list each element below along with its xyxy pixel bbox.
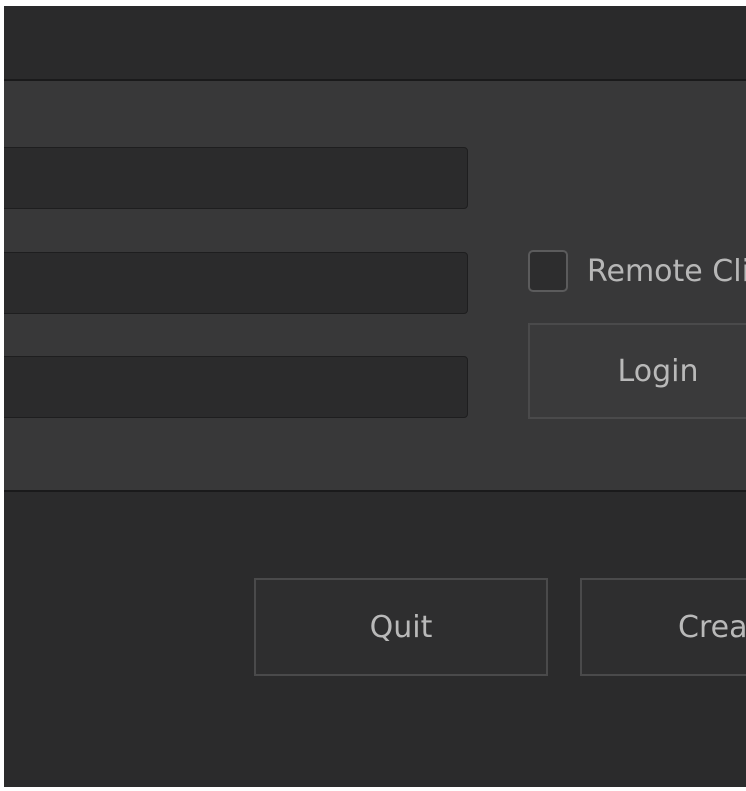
create-button[interactable]: Crea: [580, 578, 746, 676]
quit-button[interactable]: Quit: [254, 578, 548, 676]
login-button[interactable]: Login: [528, 323, 746, 419]
second-input-field[interactable]: [4, 252, 468, 314]
remote-client-label: Remote Cli: [587, 254, 746, 289]
remote-client-checkbox[interactable]: [528, 250, 568, 292]
login-window: Remote Cli Login Quit Crea: [4, 6, 746, 787]
quit-button-label: Quit: [369, 609, 433, 645]
third-input-field[interactable]: [4, 356, 468, 418]
footer-actions: Quit Crea: [4, 492, 746, 787]
create-button-label: Crea: [678, 609, 746, 645]
header-bar: [4, 6, 746, 81]
app-frame: Remote Cli Login Quit Crea: [0, 0, 746, 791]
login-button-label: Login: [617, 353, 699, 389]
login-panel: Remote Cli Login: [4, 81, 746, 492]
first-input-field[interactable]: [4, 147, 468, 209]
